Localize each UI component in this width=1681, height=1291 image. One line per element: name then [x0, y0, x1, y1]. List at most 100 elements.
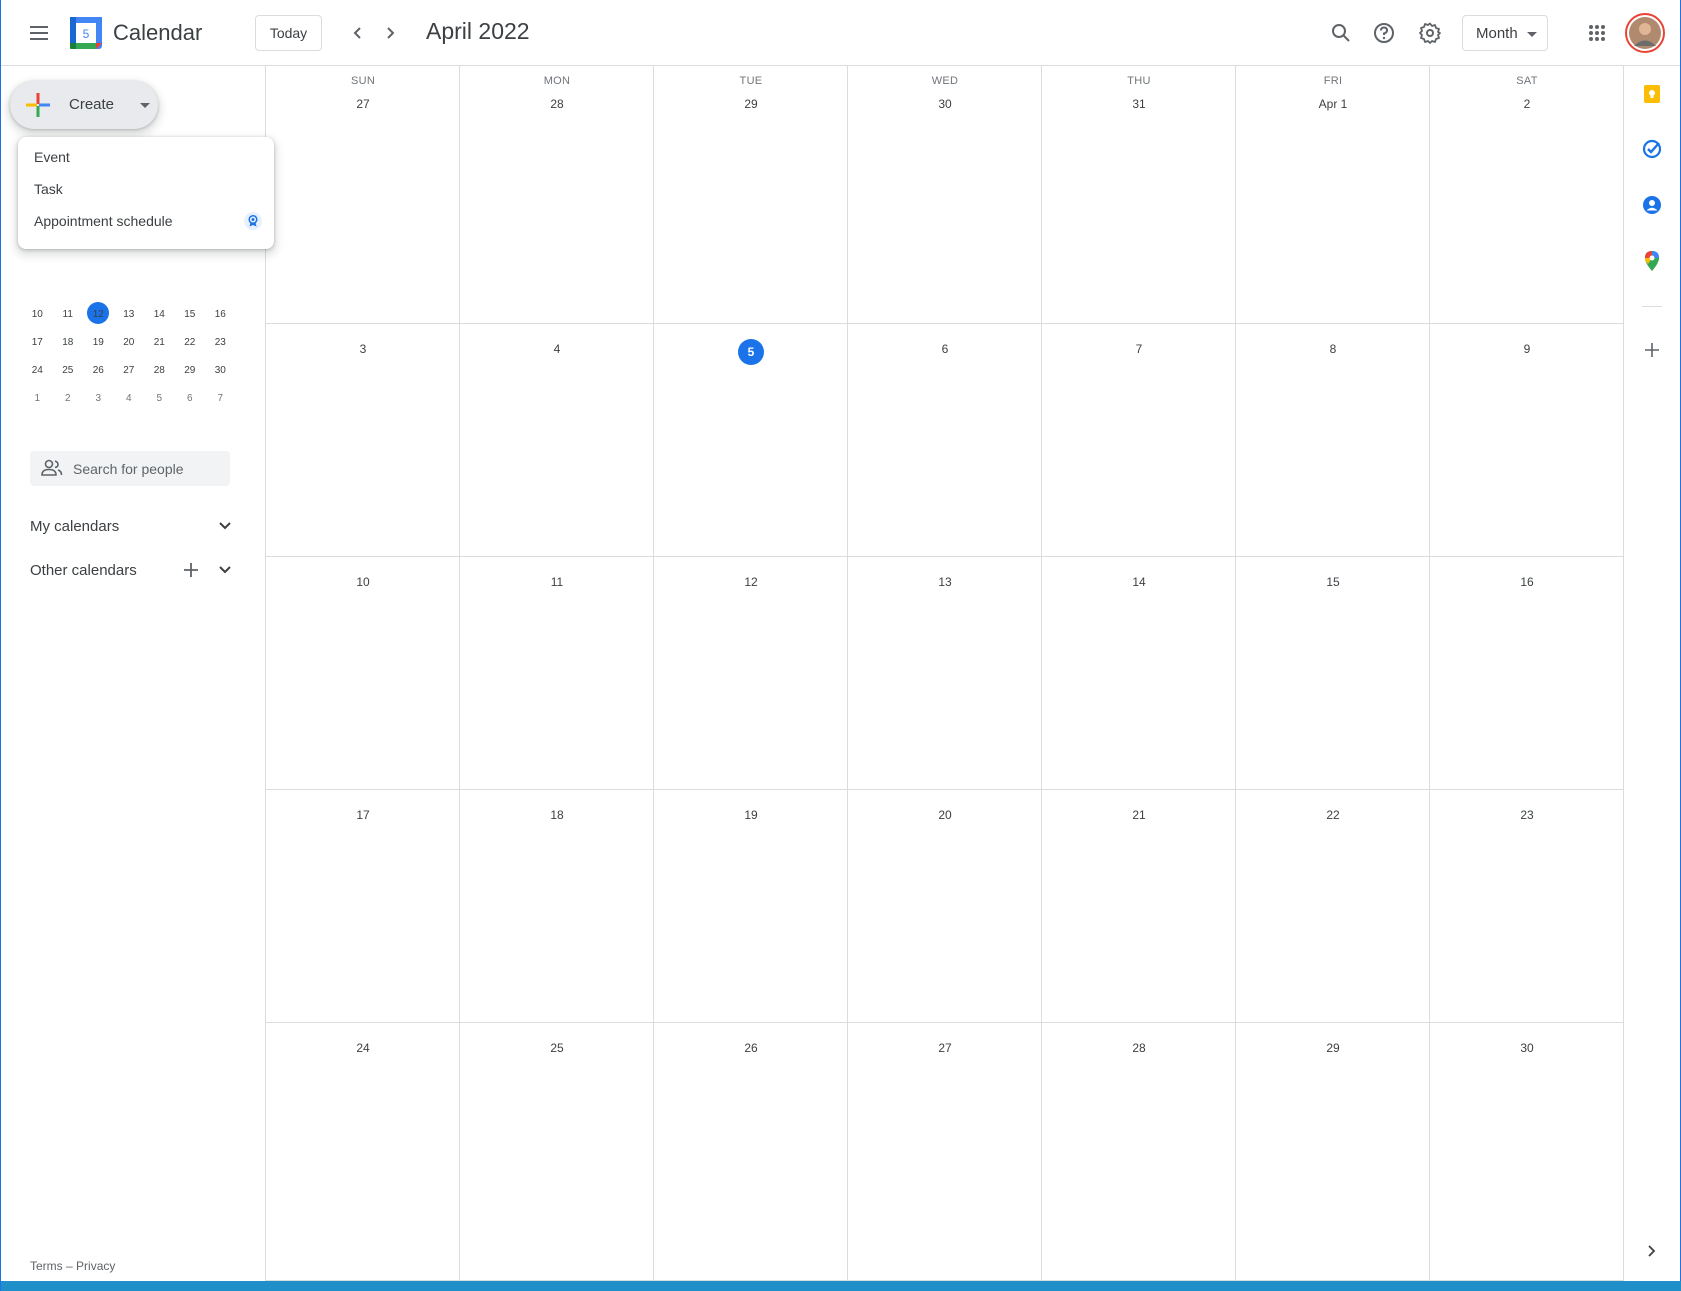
- mini-calendar-day[interactable]: 3: [83, 385, 114, 413]
- date-number[interactable]: 30: [848, 94, 1042, 114]
- date-number[interactable]: 31: [1042, 94, 1236, 114]
- mini-calendar-day[interactable]: 1: [22, 385, 53, 413]
- mini-calendar-day[interactable]: 5: [144, 385, 175, 413]
- day-cell[interactable]: 4: [460, 324, 654, 557]
- date-number[interactable]: 18: [460, 805, 654, 825]
- other-calendars-section[interactable]: Other calendars: [30, 555, 235, 585]
- date-number[interactable]: 3: [266, 339, 460, 359]
- date-number[interactable]: 19: [654, 805, 848, 825]
- day-cell[interactable]: WED 30: [848, 66, 1042, 324]
- day-cell[interactable]: SAT 2: [1430, 66, 1624, 324]
- create-menu-appointment-schedule[interactable]: Appointment schedule: [18, 205, 274, 237]
- mini-calendar-day[interactable]: 2: [53, 385, 84, 413]
- today-button[interactable]: Today: [255, 15, 322, 51]
- date-number[interactable]: 16: [1430, 572, 1624, 592]
- mini-calendar-day[interactable]: 29: [175, 357, 206, 385]
- day-cell[interactable]: 8: [1236, 324, 1430, 557]
- mini-calendar-day[interactable]: 22: [175, 329, 206, 357]
- mini-calendar-day[interactable]: 6: [175, 385, 206, 413]
- today-date-number[interactable]: 5: [738, 339, 764, 365]
- mini-calendar-day[interactable]: 24: [22, 357, 53, 385]
- help-button[interactable]: [1364, 13, 1404, 53]
- main-menu-button[interactable]: [19, 13, 59, 53]
- calendar-logo[interactable]: 5: [69, 16, 103, 50]
- mini-calendar-day[interactable]: 10: [22, 301, 53, 329]
- day-cell[interactable]: 9: [1430, 324, 1624, 557]
- tasks-button[interactable]: [1638, 135, 1666, 163]
- date-number[interactable]: 30: [1430, 1038, 1624, 1058]
- next-month-button[interactable]: [375, 14, 405, 52]
- date-number[interactable]: 26: [654, 1038, 848, 1058]
- get-addons-button[interactable]: [1638, 336, 1666, 364]
- day-cell[interactable]: 17: [266, 790, 460, 1023]
- date-number[interactable]: 24: [266, 1038, 460, 1058]
- date-number[interactable]: 28: [460, 94, 654, 114]
- day-cell[interactable]: 15: [1236, 557, 1430, 790]
- mini-calendar-day[interactable]: 21: [144, 329, 175, 357]
- day-cell[interactable]: 14: [1042, 557, 1236, 790]
- day-cell[interactable]: 28: [1042, 1023, 1236, 1281]
- search-button[interactable]: [1321, 13, 1361, 53]
- mini-calendar-day[interactable]: 19: [83, 329, 114, 357]
- maps-button[interactable]: [1638, 247, 1666, 275]
- day-cell[interactable]: 24: [266, 1023, 460, 1281]
- day-cell[interactable]: 11: [460, 557, 654, 790]
- mini-calendar-day[interactable]: 14: [144, 301, 175, 329]
- date-number[interactable]: 21: [1042, 805, 1236, 825]
- day-cell[interactable]: 12: [654, 557, 848, 790]
- settings-button[interactable]: [1410, 13, 1450, 53]
- day-cell[interactable]: 29: [1236, 1023, 1430, 1281]
- day-cell[interactable]: 21: [1042, 790, 1236, 1023]
- day-cell[interactable]: TUE 29: [654, 66, 848, 324]
- date-number[interactable]: 8: [1236, 339, 1430, 359]
- date-number[interactable]: 2: [1430, 94, 1624, 114]
- day-cell[interactable]: 3: [266, 324, 460, 557]
- day-cell[interactable]: FRI Apr 1: [1236, 66, 1430, 324]
- mini-calendar-day[interactable]: 20: [114, 329, 145, 357]
- google-apps-button[interactable]: [1577, 13, 1617, 53]
- day-cell[interactable]: 27: [848, 1023, 1042, 1281]
- date-number[interactable]: 4: [460, 339, 654, 359]
- mini-calendar-day[interactable]: 13: [114, 301, 145, 329]
- date-number[interactable]: 11: [460, 572, 654, 592]
- date-number[interactable]: 22: [1236, 805, 1430, 825]
- day-cell[interactable]: 30: [1430, 1023, 1624, 1281]
- day-cell[interactable]: 13: [848, 557, 1042, 790]
- privacy-link[interactable]: Privacy: [76, 1259, 115, 1273]
- date-number[interactable]: 27: [848, 1038, 1042, 1058]
- terms-link[interactable]: Terms: [30, 1259, 63, 1273]
- mini-calendar-day[interactable]: 12: [83, 301, 114, 329]
- date-number[interactable]: 20: [848, 805, 1042, 825]
- date-number[interactable]: Apr 1: [1236, 94, 1430, 114]
- date-number[interactable]: 25: [460, 1038, 654, 1058]
- create-menu-event[interactable]: Event: [18, 141, 274, 173]
- account-avatar[interactable]: [1625, 13, 1665, 53]
- mini-calendar-day[interactable]: 15: [175, 301, 206, 329]
- date-number[interactable]: 7: [1042, 339, 1236, 359]
- contacts-button[interactable]: [1638, 191, 1666, 219]
- day-cell[interactable]: 20: [848, 790, 1042, 1023]
- date-number[interactable]: 29: [654, 94, 848, 114]
- mini-calendar-day[interactable]: 16: [205, 301, 236, 329]
- date-number[interactable]: 10: [266, 572, 460, 592]
- day-cell[interactable]: 26: [654, 1023, 848, 1281]
- date-number[interactable]: 14: [1042, 572, 1236, 592]
- date-number[interactable]: 12: [654, 572, 848, 592]
- expand-side-panel-button[interactable]: [1638, 1237, 1666, 1265]
- day-cell[interactable]: SUN 27: [266, 66, 460, 324]
- day-cell[interactable]: 23: [1430, 790, 1624, 1023]
- keep-button[interactable]: [1638, 80, 1666, 108]
- mini-calendar-day[interactable]: 23: [205, 329, 236, 357]
- date-number[interactable]: 29: [1236, 1038, 1430, 1058]
- date-number[interactable]: 17: [266, 805, 460, 825]
- date-number[interactable]: 15: [1236, 572, 1430, 592]
- date-number[interactable]: 13: [848, 572, 1042, 592]
- date-number[interactable]: 28: [1042, 1038, 1236, 1058]
- day-cell[interactable]: THU 31: [1042, 66, 1236, 324]
- people-search[interactable]: [30, 451, 230, 486]
- create-button[interactable]: Create: [10, 81, 158, 129]
- day-cell[interactable]: 25: [460, 1023, 654, 1281]
- date-number[interactable]: 9: [1430, 339, 1624, 359]
- day-cell[interactable]: 19: [654, 790, 848, 1023]
- day-cell[interactable]: 10: [266, 557, 460, 790]
